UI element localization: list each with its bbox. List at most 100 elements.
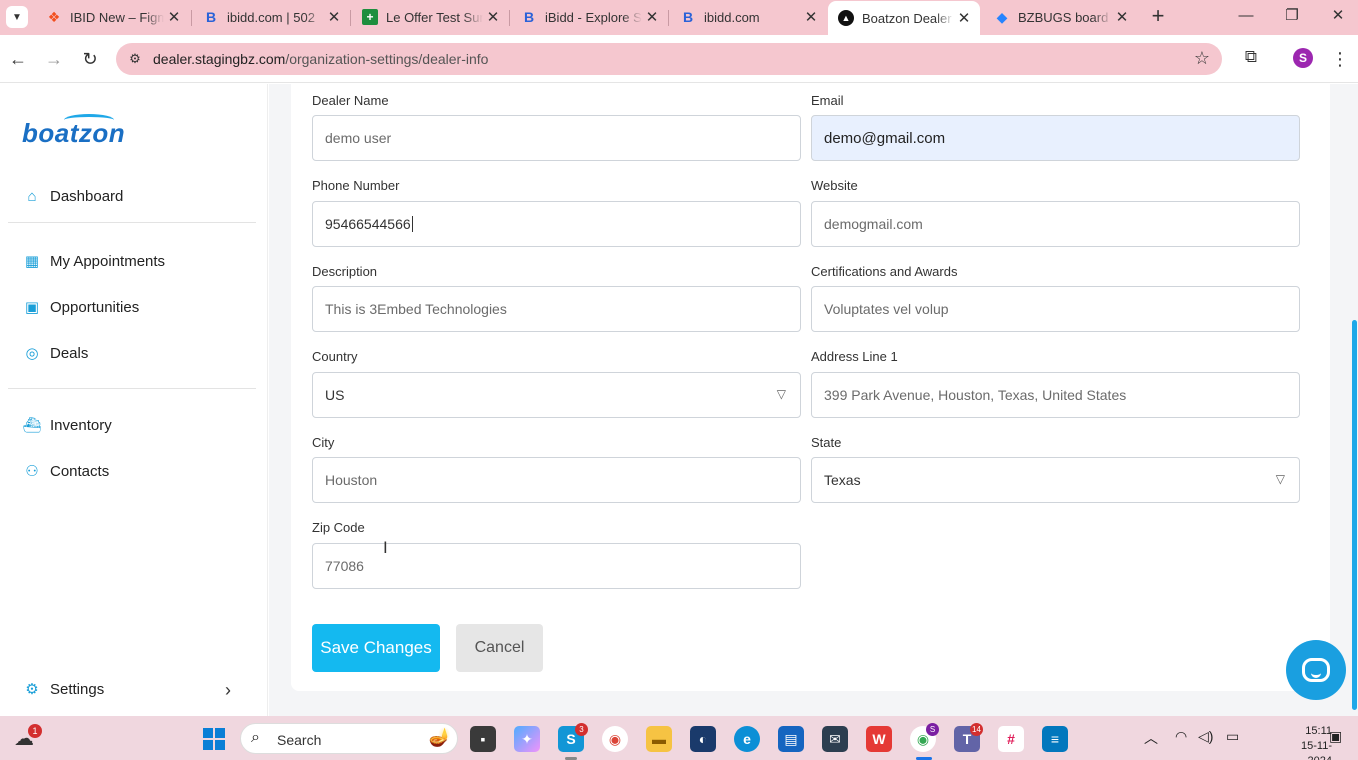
sidebar-item-settings[interactable]: ⚙ Settings (22, 676, 104, 702)
store-icon[interactable]: ▤ (778, 726, 804, 752)
sidebar-divider (8, 222, 256, 223)
wifi-icon[interactable]: ◠ (1175, 728, 1187, 745)
battery-icon[interactable]: ▭ (1226, 728, 1239, 745)
gear-icon: ⚙ (25, 681, 39, 698)
figma-icon: ❖ (47, 8, 61, 25)
close-icon[interactable]: ✕ (1112, 8, 1132, 26)
phone-label: Phone Number (312, 178, 400, 193)
sheets-icon: + (362, 9, 378, 25)
slack-icon[interactable]: # (998, 726, 1024, 752)
scrollbar-thumb[interactable] (1352, 320, 1357, 710)
forward-arrow-icon[interactable]: → (42, 47, 66, 71)
tab-separator (668, 10, 669, 26)
url-text[interactable]: dealer.stagingbz.com/organization-settin… (153, 51, 488, 67)
website-input[interactable]: demogmail.com (811, 201, 1300, 247)
new-tab-plus-icon[interactable]: + (1146, 4, 1170, 28)
profile-avatar[interactable]: S (1293, 48, 1313, 68)
media-player-icon[interactable]: ◐ (690, 726, 716, 752)
country-label: Country (312, 349, 358, 364)
tab-ibidd[interactable]: B ibidd.com ✕ (670, 2, 827, 32)
sidebar-item-my-appointments[interactable]: ▦ My Appointments (22, 248, 165, 274)
file-explorer-icon[interactable]: ▬ (646, 726, 672, 752)
close-icon[interactable]: ✕ (164, 8, 184, 26)
chrome-profile-badge: S (926, 723, 939, 736)
dealer-name-label: Dealer Name (312, 93, 389, 108)
taskbar-search[interactable]: ⌕ Search 🪔 (240, 723, 458, 754)
reload-icon[interactable]: ↻ (78, 47, 102, 71)
address-bar[interactable]: ⚙ dealer.stagingbz.com/organization-sett… (116, 43, 1222, 75)
chevron-down-icon: ▽ (1275, 472, 1285, 486)
address-line1-input[interactable]: 399 Park Avenue, Houston, Texas, United … (811, 372, 1300, 418)
chat-bubble-icon (1302, 658, 1330, 682)
save-changes-button[interactable]: Save Changes (312, 624, 440, 672)
city-label: City (312, 435, 335, 450)
close-icon[interactable]: ✕ (801, 8, 821, 26)
cancel-button[interactable]: Cancel (456, 624, 543, 672)
target-icon: ◎ (25, 345, 39, 362)
bookmark-star-icon[interactable]: ☆ (1194, 48, 1210, 69)
chevron-right-icon[interactable]: › (225, 680, 231, 701)
close-icon[interactable]: ✕ (642, 8, 662, 26)
windows-start-icon[interactable] (203, 728, 225, 750)
boatzon-icon: ▲ (838, 10, 854, 26)
search-icon: ⌕ (251, 729, 260, 746)
taskbar-clock[interactable]: 15:11 15-11-2024 (1282, 724, 1332, 760)
sidebar-item-contacts[interactable]: ⚇ Contacts (22, 458, 109, 484)
sidebar-item-inventory[interactable]: ⛴ Inventory (22, 412, 111, 438)
tab-offer-sheet[interactable]: + Le Offer Test Sum ✕ (352, 2, 509, 32)
sidebar-item-opportunities[interactable]: ▣ Opportunities (22, 294, 139, 320)
ibidd-icon: B (523, 9, 535, 25)
extensions-puzzle-icon[interactable]: ⧉ (1240, 47, 1262, 69)
dealer-name-input[interactable]: demo user (312, 115, 801, 161)
close-icon[interactable]: ✕ (954, 9, 974, 27)
minimize-icon[interactable]: — (1226, 4, 1266, 28)
ship-icon: ⛴ (22, 417, 42, 434)
site-settings-icon[interactable]: ⚙ (126, 50, 144, 68)
certifications-input[interactable]: Voluptates vel volup (811, 286, 1300, 332)
chevron-down-icon: ▽ (776, 387, 786, 401)
notification-icon[interactable]: ▣ (1329, 728, 1342, 745)
tray-chevron-up-icon[interactable]: ︿ (1144, 728, 1158, 748)
state-select[interactable]: Texas ▽ (811, 457, 1300, 503)
wps-icon[interactable]: W (866, 726, 892, 752)
close-icon[interactable]: ✕ (324, 8, 344, 26)
people-icon: ⚇ (25, 463, 39, 480)
sidebar-item-deals[interactable]: ◎ Deals (22, 340, 88, 366)
search-highlight-icon: 🪔 (428, 727, 451, 747)
chrome-icon[interactable]: ◉ (602, 726, 628, 752)
chat-widget-button[interactable] (1286, 640, 1346, 700)
tab-ibidd-502[interactable]: B ibidd.com | 502 ✕ (193, 2, 350, 32)
edge-icon[interactable]: e (734, 726, 760, 752)
tab-separator (191, 10, 192, 26)
sidebar-divider (8, 388, 256, 389)
logo-swoosh (64, 114, 114, 126)
tab-bzbugs-board[interactable]: ◆ BZBUGS board ✕ (984, 2, 1138, 32)
tab-figma[interactable]: ❖ IBID New – Figma ✕ (36, 2, 190, 32)
state-label: State (811, 435, 842, 450)
city-input[interactable]: Houston (312, 457, 801, 503)
window-close-icon[interactable]: ✕ (1318, 4, 1358, 28)
tab-ibidd-explore[interactable]: B iBidd - Explore S ✕ (511, 2, 668, 32)
country-select[interactable]: US ▽ (312, 372, 801, 418)
tab-search-chevron-icon[interactable]: ▼ (6, 6, 28, 28)
terminal-icon[interactable]: ▪ (470, 726, 496, 752)
sidebar-item-dashboard[interactable]: ⌂ Dashboard (22, 183, 123, 209)
close-icon[interactable]: ✕ (483, 8, 503, 26)
home-icon: ⌂ (27, 187, 37, 205)
certifications-label: Certifications and Awards (811, 264, 958, 279)
restore-icon[interactable]: ❐ (1272, 4, 1312, 28)
browser-menu-icon[interactable]: ⋮ (1330, 47, 1350, 71)
description-input[interactable]: This is 3Embed Technologies (312, 286, 801, 332)
weather-badge: 1 (28, 724, 42, 738)
back-arrow-icon[interactable]: ← (6, 47, 30, 71)
email-input[interactable]: demo@gmail.com (811, 115, 1300, 161)
notepad-icon[interactable]: ≡ (1042, 726, 1068, 752)
copilot-icon[interactable]: ✦ (514, 726, 540, 752)
windows-taskbar: ☁ 1 ⌕ Search 🪔 ▪ ✦ S 3 ◉ ▬ ◐ e ▤ ✉ W ◉ S… (0, 716, 1358, 760)
tab-boatzon-dealer[interactable]: ▲ Boatzon Dealer ✕ (828, 1, 980, 35)
zip-label: Zip Code (312, 520, 365, 535)
briefcase-icon: ▣ (24, 299, 40, 316)
mail-icon[interactable]: ✉ (822, 726, 848, 752)
volume-icon[interactable]: ◁) (1198, 728, 1213, 745)
phone-input[interactable]: 95466544566 (312, 201, 801, 247)
